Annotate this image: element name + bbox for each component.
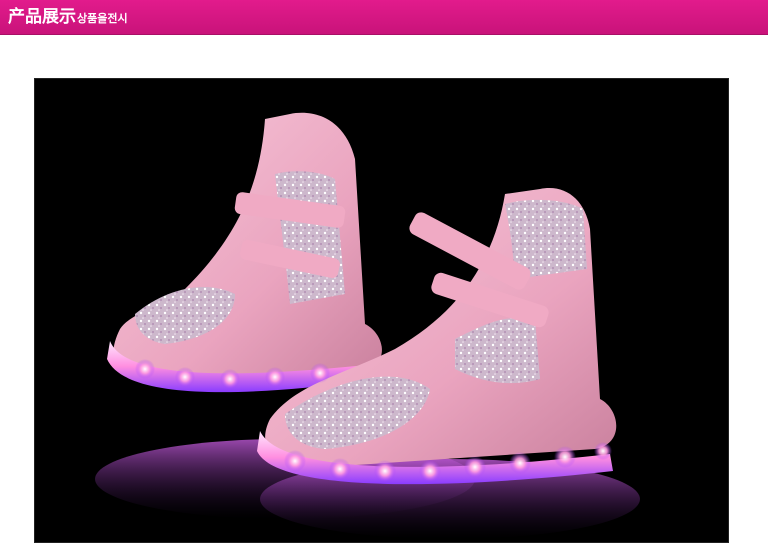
section-title: 产品展示상품을전시 — [8, 6, 128, 30]
section-subtitle: 상품을전시 — [77, 12, 128, 25]
header-bar: 产品展示상품을전시 — [0, 0, 768, 35]
pink-led-sneakers-image — [95, 112, 640, 539]
section-title-text: 产品展示 — [8, 7, 76, 27]
product-photo — [35, 79, 728, 542]
back-shoe — [107, 112, 382, 393]
